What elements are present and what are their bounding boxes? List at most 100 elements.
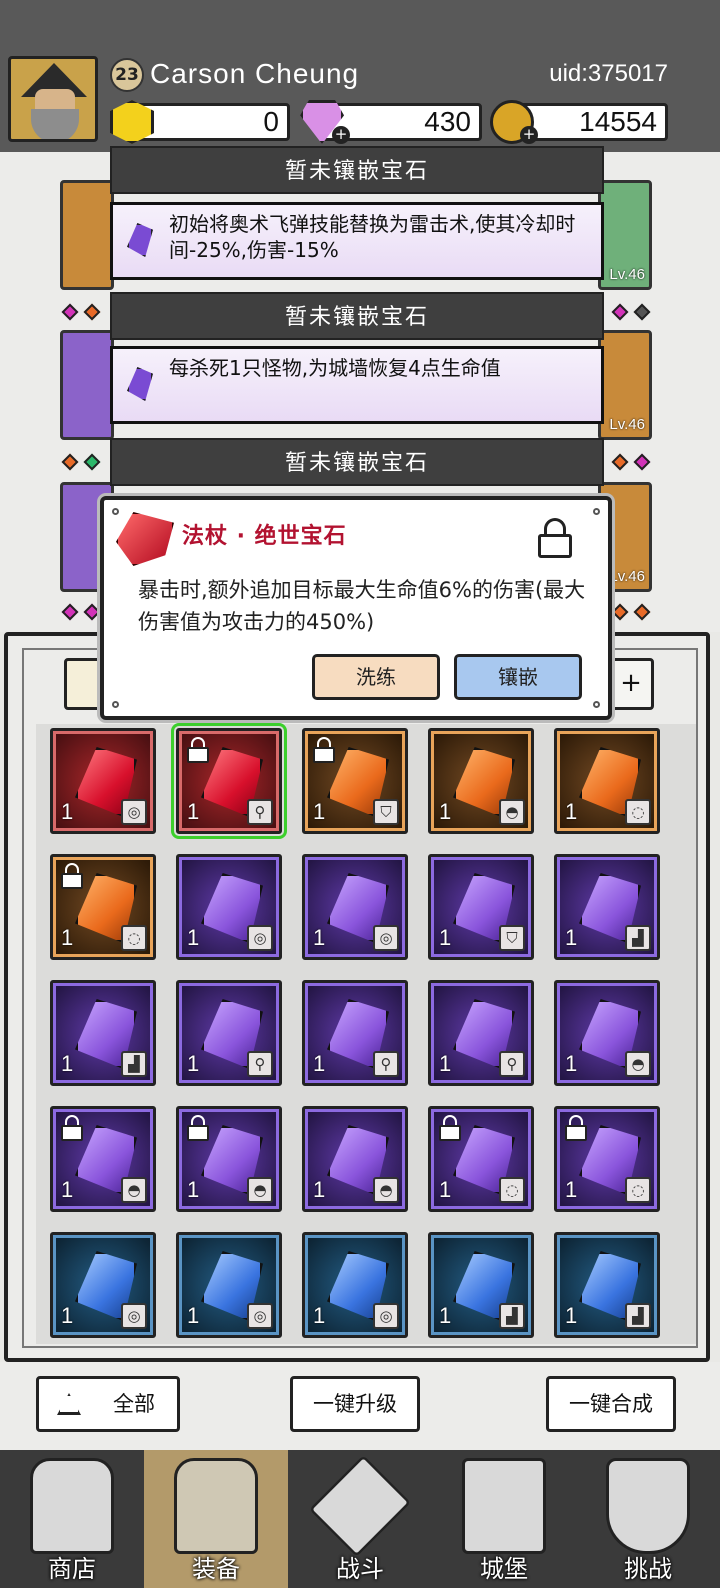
- gem-count: 1: [313, 925, 326, 950]
- equip-level: Lv.46: [609, 266, 645, 283]
- shop-icon: [30, 1458, 114, 1554]
- ring-icon: ◎: [247, 925, 273, 951]
- purple-gem-icon: [127, 223, 153, 257]
- equip-level: Lv.46: [609, 416, 645, 433]
- add-diamond-icon[interactable]: +: [332, 126, 350, 144]
- filter-all-label: 全部: [113, 1392, 155, 1416]
- purple-gem-item[interactable]: 1 ◓: [50, 1106, 156, 1212]
- filter-all-button[interactable]: 全部: [36, 1376, 180, 1432]
- purple-gem-item[interactable]: 1 ◓: [554, 980, 660, 1086]
- gem-count: 1: [187, 1303, 200, 1328]
- lock-icon: [313, 737, 335, 763]
- purple-gem-item[interactable]: 1 ◌: [554, 1106, 660, 1212]
- gem-count: 1: [313, 1177, 326, 1202]
- socket-1-desc-panel: 初始将奥术飞弹技能替换为雷击术,使其冷却时间-25%,伤害-15%: [110, 202, 604, 280]
- avatar-beard: [31, 109, 79, 139]
- player-avatar[interactable]: [8, 56, 98, 142]
- socket-2-header: 暂未镶嵌宝石: [110, 292, 604, 340]
- socket-3-header: 暂未镶嵌宝石: [110, 438, 604, 486]
- ring-icon: ◎: [373, 925, 399, 951]
- equip-slot-right-1[interactable]: Lv.46: [598, 180, 652, 290]
- purple-gem-item[interactable]: 1 ▟: [50, 980, 156, 1086]
- gem-count: 1: [439, 925, 452, 950]
- corner-dot: [112, 508, 119, 515]
- nav-label: 挑战: [624, 1555, 672, 1583]
- red-gem-icon: [116, 512, 174, 566]
- popup-description: 暴击时,额外追加目标最大生命值6%的伤害(最大伤害值为攻击力的450%): [138, 578, 586, 634]
- purple-gem-item[interactable]: 1 ◓: [302, 1106, 408, 1212]
- blue-gem-item[interactable]: 1 ◎: [176, 1232, 282, 1338]
- gem-count: 1: [439, 1303, 452, 1328]
- purple-gem-item[interactable]: 1 ◎: [302, 854, 408, 960]
- top-header: 23 Carson Cheung uid:375017 0 430 + 1455…: [0, 0, 720, 152]
- armor-icon: ⛉: [499, 925, 525, 951]
- refine-button[interactable]: 洗练: [312, 654, 440, 700]
- nav-equipment[interactable]: 装备: [144, 1450, 288, 1588]
- lock-icon: [61, 863, 83, 889]
- blue-gem-item[interactable]: 1 ▟: [554, 1232, 660, 1338]
- equip-slot-left-2[interactable]: [60, 330, 114, 440]
- ring-icon: ◎: [247, 1303, 273, 1329]
- triangle-icon: [57, 1393, 81, 1415]
- gem-count: 1: [61, 1051, 74, 1076]
- equip-slot-right-2[interactable]: Lv.46: [598, 330, 652, 440]
- add-icon[interactable]: +: [608, 658, 654, 710]
- boots-icon: ▟: [625, 925, 651, 951]
- lock-icon[interactable]: [538, 518, 572, 558]
- gem-count: 1: [187, 925, 200, 950]
- hat-icon: ◓: [499, 799, 525, 825]
- boots-icon: ▟: [625, 1303, 651, 1329]
- nav-shop[interactable]: 商店: [0, 1450, 144, 1588]
- castle-icon: [462, 1458, 546, 1554]
- blue-gem-item[interactable]: 1 ◎: [50, 1232, 156, 1338]
- purple-gem-item[interactable]: 1 ⚲: [428, 980, 534, 1086]
- blue-gem-item[interactable]: 1 ◎: [302, 1232, 408, 1338]
- orange-gem-item[interactable]: 1 ◓: [428, 728, 534, 834]
- merge-all-button[interactable]: 一键合成: [546, 1376, 676, 1432]
- corner-dot: [112, 701, 119, 708]
- player-uid: uid:375017: [549, 60, 668, 87]
- gem-count: 1: [439, 799, 452, 824]
- purple-gem-item[interactable]: 1 ⚲: [302, 980, 408, 1086]
- swords-icon: [309, 1455, 411, 1557]
- socket-1-header: 暂未镶嵌宝石: [110, 146, 604, 194]
- gem-count: 1: [565, 799, 578, 824]
- corner-dot: [593, 508, 600, 515]
- purple-gem-item[interactable]: 1 ▟: [554, 854, 660, 960]
- gem-count: 1: [565, 1177, 578, 1202]
- purple-gem-item[interactable]: 1 ◌: [428, 1106, 534, 1212]
- ring-icon: ◎: [121, 799, 147, 825]
- gem-count: 1: [187, 799, 200, 824]
- nav-battle[interactable]: 战斗: [288, 1450, 432, 1588]
- purple-gem-item[interactable]: 1 ◎: [176, 854, 282, 960]
- nav-castle[interactable]: 城堡: [432, 1450, 576, 1588]
- purple-gem-icon: [127, 367, 153, 401]
- orange-gem-item[interactable]: 1 ⛉: [302, 728, 408, 834]
- blue-gem-item[interactable]: 1 ▟: [428, 1232, 534, 1338]
- socket-2-desc: 每杀死1只怪物,为城墙恢复4点生命值: [169, 356, 501, 380]
- corner-dot: [593, 701, 600, 708]
- orange-gem-item[interactable]: 1 ◌: [50, 854, 156, 960]
- inlay-button[interactable]: 镶嵌: [454, 654, 582, 700]
- orange-gem-item[interactable]: 1 ◌: [554, 728, 660, 834]
- upgrade-all-button[interactable]: 一键升级: [290, 1376, 420, 1432]
- nav-challenge[interactable]: 挑战: [576, 1450, 720, 1588]
- staff-icon: ⚲: [499, 1051, 525, 1077]
- gem-count: 1: [565, 925, 578, 950]
- red-gem-item[interactable]: 1 ⚲: [171, 723, 287, 839]
- equip-level: Lv.46: [609, 568, 645, 585]
- player-name: Carson Cheung: [150, 58, 360, 89]
- backpack-icon: [174, 1458, 258, 1554]
- ring-icon: ◎: [121, 1303, 147, 1329]
- lock-icon: [439, 1115, 461, 1141]
- add-coin-icon[interactable]: +: [520, 126, 538, 144]
- nav-label: 战斗: [336, 1555, 384, 1583]
- hat-icon: ◓: [625, 1051, 651, 1077]
- purple-gem-item[interactable]: 1 ⛉: [428, 854, 534, 960]
- staff-icon: ⚲: [247, 1051, 273, 1077]
- red-gem-item[interactable]: 1 ◎: [50, 728, 156, 834]
- equip-slot-left-1[interactable]: [60, 180, 114, 290]
- purple-gem-item[interactable]: 1 ◓: [176, 1106, 282, 1212]
- nav-label: 城堡: [480, 1555, 528, 1583]
- purple-gem-item[interactable]: 1 ⚲: [176, 980, 282, 1086]
